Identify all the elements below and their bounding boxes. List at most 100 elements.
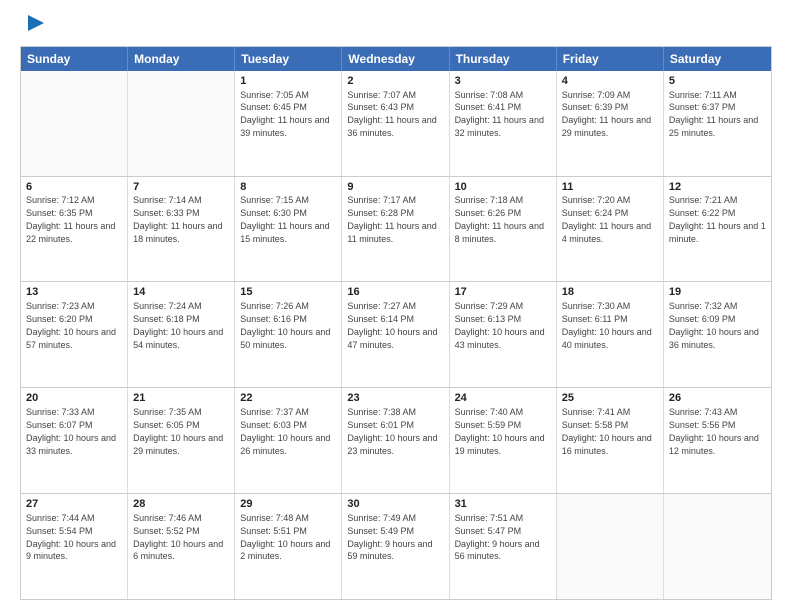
day-number: 20: [26, 391, 122, 406]
cal-week-4: 20Sunrise: 7:33 AMSunset: 6:07 PMDayligh…: [21, 388, 771, 494]
cal-day-1: 1Sunrise: 7:05 AMSunset: 6:45 PMDaylight…: [235, 71, 342, 176]
day-number: 1: [240, 74, 336, 89]
day-header-sunday: Sunday: [21, 47, 128, 71]
day-number: 27: [26, 497, 122, 512]
day-number: 14: [133, 285, 229, 300]
day-info: Sunrise: 7:46 AMSunset: 5:52 PMDaylight:…: [133, 513, 223, 561]
cal-day-27: 27Sunrise: 7:44 AMSunset: 5:54 PMDayligh…: [21, 494, 128, 599]
cal-day-23: 23Sunrise: 7:38 AMSunset: 6:01 PMDayligh…: [342, 388, 449, 493]
day-info: Sunrise: 7:23 AMSunset: 6:20 PMDaylight:…: [26, 301, 116, 349]
day-number: 16: [347, 285, 443, 300]
calendar-body: 1Sunrise: 7:05 AMSunset: 6:45 PMDaylight…: [21, 71, 771, 599]
cal-day-26: 26Sunrise: 7:43 AMSunset: 5:56 PMDayligh…: [664, 388, 771, 493]
cal-week-3: 13Sunrise: 7:23 AMSunset: 6:20 PMDayligh…: [21, 282, 771, 388]
cal-day-21: 21Sunrise: 7:35 AMSunset: 6:05 PMDayligh…: [128, 388, 235, 493]
day-info: Sunrise: 7:38 AMSunset: 6:01 PMDaylight:…: [347, 407, 437, 455]
cal-day-30: 30Sunrise: 7:49 AMSunset: 5:49 PMDayligh…: [342, 494, 449, 599]
day-info: Sunrise: 7:43 AMSunset: 5:56 PMDaylight:…: [669, 407, 759, 455]
cal-day-24: 24Sunrise: 7:40 AMSunset: 5:59 PMDayligh…: [450, 388, 557, 493]
day-number: 24: [455, 391, 551, 406]
day-number: 17: [455, 285, 551, 300]
day-info: Sunrise: 7:17 AMSunset: 6:28 PMDaylight:…: [347, 195, 436, 243]
day-number: 22: [240, 391, 336, 406]
day-header-monday: Monday: [128, 47, 235, 71]
day-number: 13: [26, 285, 122, 300]
day-info: Sunrise: 7:26 AMSunset: 6:16 PMDaylight:…: [240, 301, 330, 349]
day-number: 18: [562, 285, 658, 300]
day-info: Sunrise: 7:37 AMSunset: 6:03 PMDaylight:…: [240, 407, 330, 455]
day-info: Sunrise: 7:15 AMSunset: 6:30 PMDaylight:…: [240, 195, 329, 243]
cal-day-6: 6Sunrise: 7:12 AMSunset: 6:35 PMDaylight…: [21, 177, 128, 282]
day-info: Sunrise: 7:44 AMSunset: 5:54 PMDaylight:…: [26, 513, 116, 561]
day-number: 19: [669, 285, 766, 300]
cal-day-25: 25Sunrise: 7:41 AMSunset: 5:58 PMDayligh…: [557, 388, 664, 493]
day-number: 31: [455, 497, 551, 512]
cal-day-7: 7Sunrise: 7:14 AMSunset: 6:33 PMDaylight…: [128, 177, 235, 282]
day-info: Sunrise: 7:35 AMSunset: 6:05 PMDaylight:…: [133, 407, 223, 455]
cal-day-12: 12Sunrise: 7:21 AMSunset: 6:22 PMDayligh…: [664, 177, 771, 282]
cal-day-20: 20Sunrise: 7:33 AMSunset: 6:07 PMDayligh…: [21, 388, 128, 493]
day-number: 23: [347, 391, 443, 406]
day-info: Sunrise: 7:48 AMSunset: 5:51 PMDaylight:…: [240, 513, 330, 561]
cal-day-16: 16Sunrise: 7:27 AMSunset: 6:14 PMDayligh…: [342, 282, 449, 387]
day-number: 3: [455, 74, 551, 89]
day-info: Sunrise: 7:07 AMSunset: 6:43 PMDaylight:…: [347, 90, 436, 138]
cal-day-11: 11Sunrise: 7:20 AMSunset: 6:24 PMDayligh…: [557, 177, 664, 282]
day-number: 6: [26, 180, 122, 195]
day-number: 7: [133, 180, 229, 195]
day-info: Sunrise: 7:33 AMSunset: 6:07 PMDaylight:…: [26, 407, 116, 455]
day-info: Sunrise: 7:40 AMSunset: 5:59 PMDaylight:…: [455, 407, 545, 455]
day-number: 4: [562, 74, 658, 89]
day-info: Sunrise: 7:11 AMSunset: 6:37 PMDaylight:…: [669, 90, 758, 138]
cal-empty-4-6: [664, 494, 771, 599]
day-number: 29: [240, 497, 336, 512]
day-header-tuesday: Tuesday: [235, 47, 342, 71]
cal-empty-0-0: [21, 71, 128, 176]
day-number: 2: [347, 74, 443, 89]
day-info: Sunrise: 7:08 AMSunset: 6:41 PMDaylight:…: [455, 90, 544, 138]
cal-day-2: 2Sunrise: 7:07 AMSunset: 6:43 PMDaylight…: [342, 71, 449, 176]
cal-day-10: 10Sunrise: 7:18 AMSunset: 6:26 PMDayligh…: [450, 177, 557, 282]
day-info: Sunrise: 7:30 AMSunset: 6:11 PMDaylight:…: [562, 301, 652, 349]
calendar-header: SundayMondayTuesdayWednesdayThursdayFrid…: [21, 47, 771, 71]
day-number: 10: [455, 180, 551, 195]
day-header-friday: Friday: [557, 47, 664, 71]
day-info: Sunrise: 7:12 AMSunset: 6:35 PMDaylight:…: [26, 195, 115, 243]
cal-day-19: 19Sunrise: 7:32 AMSunset: 6:09 PMDayligh…: [664, 282, 771, 387]
day-info: Sunrise: 7:27 AMSunset: 6:14 PMDaylight:…: [347, 301, 437, 349]
day-info: Sunrise: 7:51 AMSunset: 5:47 PMDaylight:…: [455, 513, 540, 561]
day-info: Sunrise: 7:09 AMSunset: 6:39 PMDaylight:…: [562, 90, 651, 138]
day-number: 15: [240, 285, 336, 300]
cal-day-8: 8Sunrise: 7:15 AMSunset: 6:30 PMDaylight…: [235, 177, 342, 282]
cal-day-9: 9Sunrise: 7:17 AMSunset: 6:28 PMDaylight…: [342, 177, 449, 282]
calendar: SundayMondayTuesdayWednesdayThursdayFrid…: [20, 46, 772, 600]
day-info: Sunrise: 7:14 AMSunset: 6:33 PMDaylight:…: [133, 195, 222, 243]
cal-day-28: 28Sunrise: 7:46 AMSunset: 5:52 PMDayligh…: [128, 494, 235, 599]
day-info: Sunrise: 7:24 AMSunset: 6:18 PMDaylight:…: [133, 301, 223, 349]
day-number: 21: [133, 391, 229, 406]
day-info: Sunrise: 7:32 AMSunset: 6:09 PMDaylight:…: [669, 301, 759, 349]
cal-day-15: 15Sunrise: 7:26 AMSunset: 6:16 PMDayligh…: [235, 282, 342, 387]
cal-day-17: 17Sunrise: 7:29 AMSunset: 6:13 PMDayligh…: [450, 282, 557, 387]
day-info: Sunrise: 7:49 AMSunset: 5:49 PMDaylight:…: [347, 513, 432, 561]
day-number: 11: [562, 180, 658, 195]
cal-week-1: 1Sunrise: 7:05 AMSunset: 6:45 PMDaylight…: [21, 71, 771, 177]
day-number: 25: [562, 391, 658, 406]
logo: [20, 18, 50, 38]
cal-empty-4-5: [557, 494, 664, 599]
day-number: 12: [669, 180, 766, 195]
logo-icon: [22, 9, 50, 37]
cal-day-22: 22Sunrise: 7:37 AMSunset: 6:03 PMDayligh…: [235, 388, 342, 493]
cal-day-31: 31Sunrise: 7:51 AMSunset: 5:47 PMDayligh…: [450, 494, 557, 599]
header: [20, 18, 772, 38]
cal-day-18: 18Sunrise: 7:30 AMSunset: 6:11 PMDayligh…: [557, 282, 664, 387]
cal-empty-0-1: [128, 71, 235, 176]
day-info: Sunrise: 7:29 AMSunset: 6:13 PMDaylight:…: [455, 301, 545, 349]
day-number: 9: [347, 180, 443, 195]
page: SundayMondayTuesdayWednesdayThursdayFrid…: [0, 0, 792, 612]
day-info: Sunrise: 7:41 AMSunset: 5:58 PMDaylight:…: [562, 407, 652, 455]
cal-day-3: 3Sunrise: 7:08 AMSunset: 6:41 PMDaylight…: [450, 71, 557, 176]
day-header-saturday: Saturday: [664, 47, 771, 71]
day-number: 8: [240, 180, 336, 195]
cal-day-14: 14Sunrise: 7:24 AMSunset: 6:18 PMDayligh…: [128, 282, 235, 387]
